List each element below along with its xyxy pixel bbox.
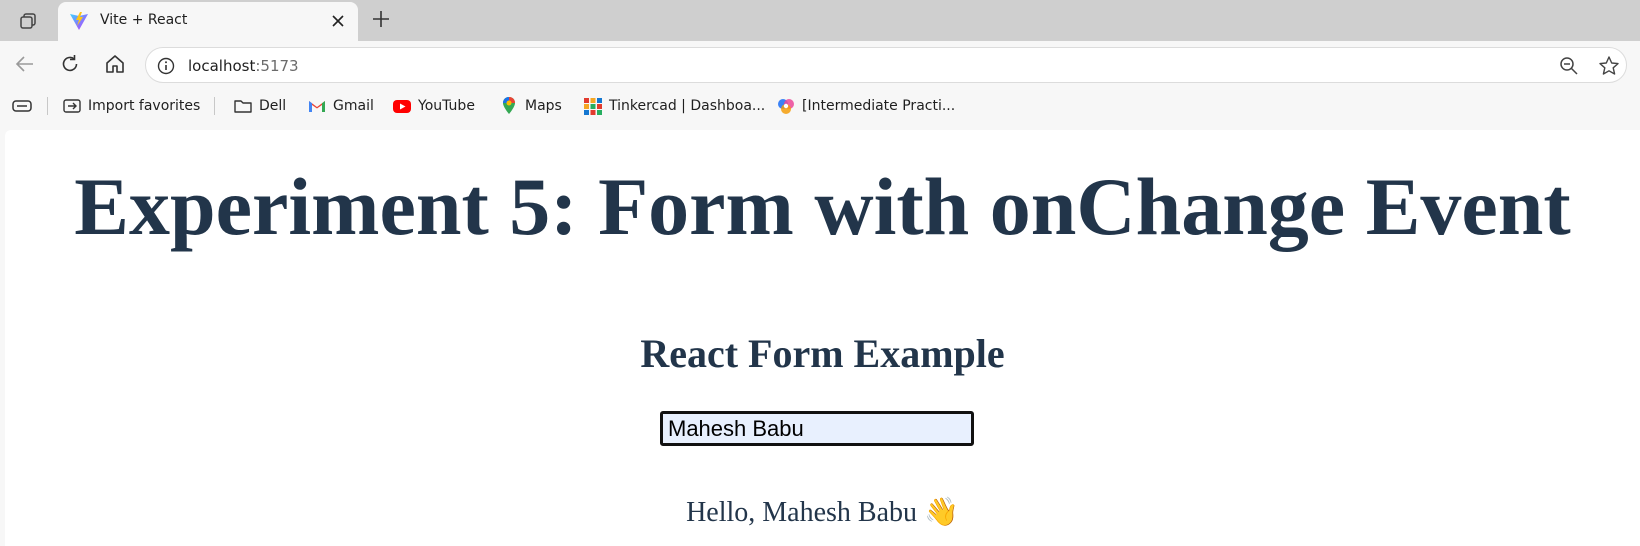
favorite-gmail[interactable]: Gmail [307, 95, 374, 117]
refresh-icon [62, 55, 78, 72]
back-arrow-icon [15, 56, 33, 72]
favorite-label: YouTube [418, 98, 475, 114]
form-heading: React Form Example [640, 331, 1005, 376]
maps-icon [499, 96, 519, 116]
page-content: Experiment 5: Form with onChange Event R… [5, 130, 1640, 546]
url-host: localhost [188, 57, 256, 75]
url-port: :5173 [255, 57, 299, 75]
star-icon [1599, 56, 1619, 75]
url-text: localhost:5173 [188, 57, 299, 75]
greeting-text: Hello, Mahesh Babu 👋 [686, 497, 959, 528]
home-button[interactable] [100, 49, 130, 79]
toolbar: localhost:5173 [0, 41, 1640, 87]
folder-icon [233, 96, 253, 116]
zoom-out-icon [1560, 57, 1578, 75]
favorite-label: Tinkercad | Dashboa... [609, 98, 766, 114]
favorite-youtube[interactable]: YouTube [392, 95, 475, 117]
favorites-separator [214, 97, 215, 115]
collections-button[interactable] [11, 95, 33, 117]
close-icon [332, 15, 344, 27]
refresh-button[interactable] [55, 49, 85, 79]
page-title: Experiment 5: Form with onChange Event [74, 161, 1571, 252]
site-info-icon[interactable] [156, 56, 176, 76]
favorites-separator [47, 97, 48, 115]
back-button[interactable] [10, 49, 40, 79]
favorite-import[interactable]: Import favorites [62, 95, 200, 117]
active-tab[interactable]: Vite + React [58, 2, 358, 41]
tab-strip: Vite + React [0, 0, 1640, 41]
favorite-label: Gmail [333, 98, 374, 114]
tinkercad-icon [583, 96, 603, 116]
info-circle-icon [157, 57, 175, 75]
import-favorites-icon [62, 96, 82, 116]
plus-icon [373, 11, 389, 27]
home-icon [106, 55, 124, 73]
name-input[interactable] [660, 411, 974, 446]
tab-close-button[interactable] [328, 11, 348, 31]
favorite-button[interactable] [1598, 55, 1620, 77]
new-tab-button[interactable] [368, 6, 394, 32]
favorite-tinkercad[interactable]: Tinkercad | Dashboa... [583, 95, 765, 117]
favorite-dell[interactable]: Dell [233, 95, 286, 117]
favorite-intermediate-practice[interactable]: [Intermediate Practi... [776, 95, 955, 117]
vite-icon [70, 12, 88, 30]
favorite-label: [Intermediate Practi... [802, 98, 956, 114]
workspaces-button[interactable] [12, 8, 44, 34]
favorites-bar: Import favorites Dell Gmail YouTube Maps… [0, 87, 1640, 125]
tab-title: Vite + React [100, 12, 188, 28]
favorite-maps[interactable]: Maps [499, 95, 562, 117]
collections-icon [12, 100, 32, 112]
favorite-label: Dell [259, 98, 287, 114]
address-bar[interactable]: localhost:5173 [145, 47, 1627, 83]
youtube-icon [392, 96, 412, 116]
zoom-button[interactable] [1558, 55, 1580, 77]
workspaces-icon [20, 13, 36, 29]
favorite-label: Maps [525, 98, 562, 114]
gmail-icon [307, 96, 327, 116]
favorite-label: Import favorites [88, 98, 201, 114]
copilot-icon [776, 96, 796, 116]
